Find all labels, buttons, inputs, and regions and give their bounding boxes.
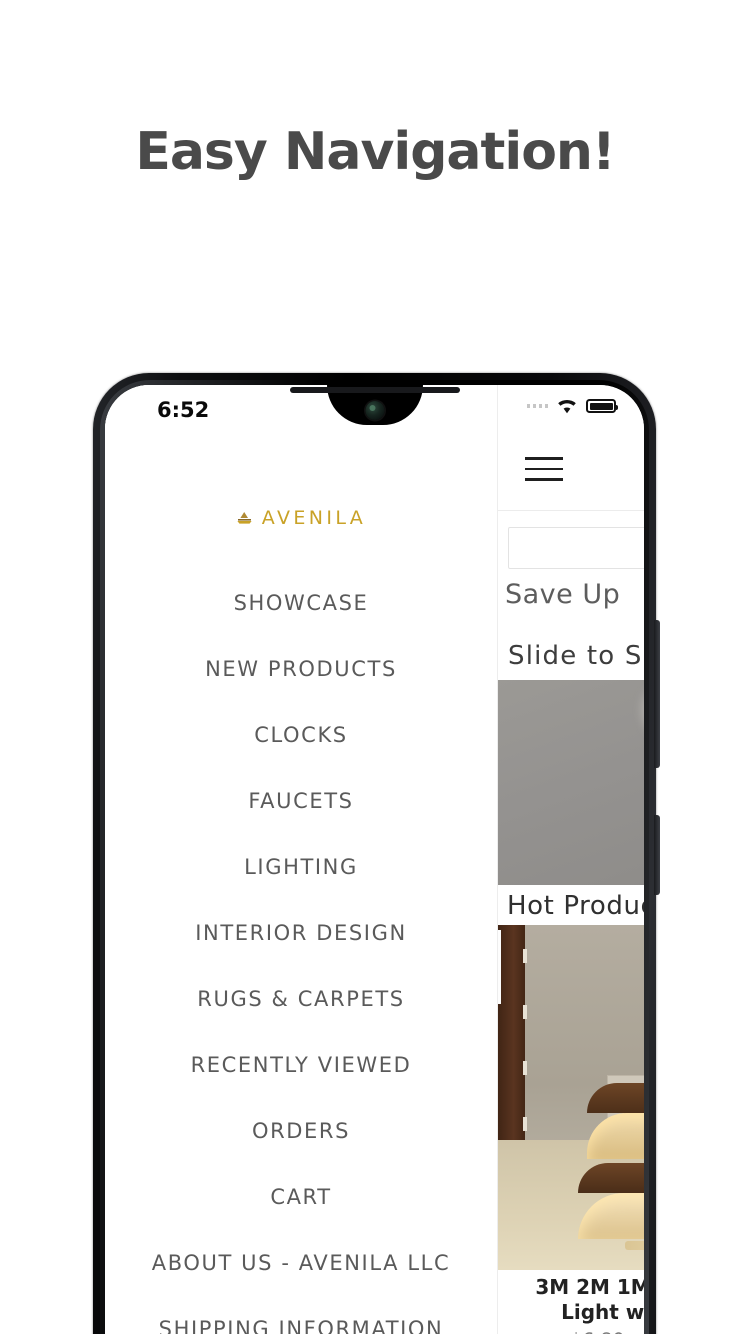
product-image[interactable] <box>497 925 644 1270</box>
product-prices: $6.80 $ <box>497 1329 644 1334</box>
menu-item-recently-viewed[interactable]: RECENTLY VIEWED <box>105 1032 497 1098</box>
promo-screenshot: Easy Navigation! Save Up Slide to Sho Ho… <box>0 0 750 1334</box>
product-title-line1: 3M 2M 1M LED <box>535 1275 644 1299</box>
front-camera-icon <box>365 401 384 420</box>
earpiece-speaker <box>289 387 460 393</box>
sailboat-logo-icon <box>236 511 253 525</box>
page-title: Easy Navigation! <box>135 122 615 182</box>
menu-item-orders[interactable]: ORDERS <box>105 1098 497 1164</box>
menu-item-new-products[interactable]: NEW PRODUCTS <box>105 636 497 702</box>
menu-item-interior-design[interactable]: INTERIOR DESIGN <box>105 900 497 966</box>
menu-item-showcase[interactable]: SHOWCASE <box>105 570 497 636</box>
promo-heading: Save Up <box>505 579 621 610</box>
menu-item-cart[interactable]: CART <box>105 1164 497 1230</box>
navigation-drawer: AVENILA SHOWCASE NEW PRODUCTS CLOCKS FAU… <box>105 385 497 1334</box>
search-input[interactable] <box>508 527 644 569</box>
menu-item-clocks[interactable]: CLOCKS <box>105 702 497 768</box>
product-price-original: $6.80 <box>570 1329 624 1334</box>
brand-name: AVENILA <box>261 507 367 529</box>
menu-item-shipping-information[interactable]: SHIPPING INFORMATION <box>105 1296 497 1334</box>
drawer-menu: SHOWCASE NEW PRODUCTS CLOCKS FAUCETS LIG… <box>105 570 497 1334</box>
product-title: 3M 2M 1M LED Light with <box>497 1275 644 1325</box>
menu-item-about-us[interactable]: ABOUT US - AVENILA LLC <box>105 1230 497 1296</box>
slide-heading: Slide to Sho <box>508 641 644 671</box>
power-button[interactable] <box>654 815 660 895</box>
phone-screen: Save Up Slide to Sho Hot Product <box>105 385 644 1334</box>
hamburger-menu-icon[interactable] <box>525 457 563 485</box>
brand-logo[interactable]: AVENILA <box>105 507 497 529</box>
promo-banner-image[interactable] <box>497 680 644 885</box>
phone-mockup: Save Up Slide to Sho Hot Product <box>93 373 660 1334</box>
menu-item-lighting[interactable]: LIGHTING <box>105 834 497 900</box>
product-title-line2: Light with <box>561 1300 644 1324</box>
menu-item-faucets[interactable]: FAUCETS <box>105 768 497 834</box>
volume-button[interactable] <box>654 620 660 768</box>
hot-products-heading: Hot Product <box>507 891 644 921</box>
menu-item-rugs-carpets[interactable]: RUGS & CARPETS <box>105 966 497 1032</box>
